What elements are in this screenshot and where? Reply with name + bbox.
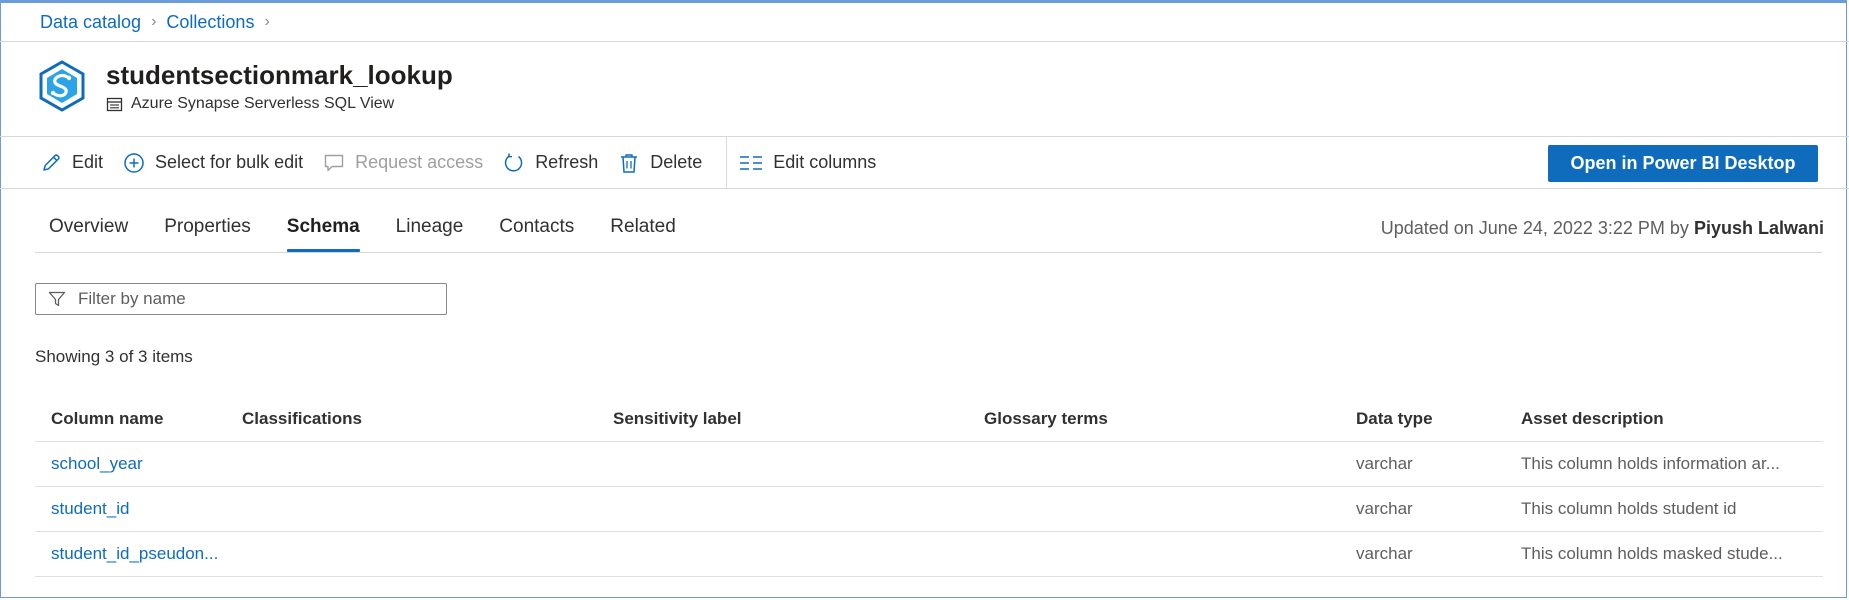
request-access-label: Request access — [355, 152, 484, 172]
select-bulk-edit-label: Select for bulk edit — [155, 152, 304, 172]
description-cell: This column holds student id — [1521, 499, 1737, 518]
tab-bar: Overview Properties Schema Lineage Conta… — [49, 216, 712, 252]
tab-properties[interactable]: Properties — [164, 216, 251, 252]
divider — [0, 188, 1849, 189]
tabs-divider — [35, 252, 1822, 253]
column-name-link[interactable]: student_id_pseudon... — [51, 544, 218, 563]
description-cell: This column holds information ar... — [1521, 454, 1780, 473]
open-in-power-bi-button[interactable]: Open in Power BI Desktop — [1548, 145, 1818, 182]
header-classifications[interactable]: Classifications — [242, 409, 613, 429]
request-access-button[interactable]: Request access — [323, 152, 483, 174]
header-column-name[interactable]: Column name — [35, 409, 242, 429]
asset-type: Azure Synapse Serverless SQL View — [106, 95, 394, 113]
breadcrumb-collections[interactable]: Collections — [166, 12, 254, 33]
add-circle-icon — [124, 152, 144, 173]
columns-icon — [740, 155, 763, 170]
data-type-cell: varchar — [1356, 499, 1413, 518]
updated-info: Updated on June 24, 2022 3:22 PM by Piyu… — [1381, 218, 1824, 239]
refresh-label: Refresh — [535, 152, 599, 172]
column-name-link[interactable]: student_id — [51, 499, 129, 518]
refresh-button[interactable]: Refresh — [503, 152, 598, 174]
edit-button[interactable]: Edit — [40, 152, 103, 174]
filter-input[interactable] — [76, 288, 420, 310]
edit-label: Edit — [72, 152, 104, 172]
updated-by-user: Piyush Lalwani — [1693, 218, 1824, 238]
tab-lineage[interactable]: Lineage — [396, 216, 464, 252]
pencil-icon — [43, 153, 60, 171]
breadcrumb-data-catalog[interactable]: Data catalog — [40, 12, 141, 33]
asset-type-label: Azure Synapse Serverless SQL View — [131, 95, 395, 112]
divider — [0, 41, 1849, 42]
refresh-icon — [505, 153, 523, 172]
edit-columns-label: Edit columns — [773, 152, 877, 172]
chevron-right-icon: › — [264, 13, 270, 30]
data-type-cell: varchar — [1356, 544, 1413, 563]
item-count: Showing 3 of 3 items — [35, 347, 193, 366]
toolbar-divider — [726, 137, 728, 188]
comment-icon — [324, 154, 344, 171]
header-asset-description[interactable]: Asset description — [1521, 409, 1811, 429]
filter-icon — [48, 291, 66, 307]
sql-view-icon — [106, 97, 123, 111]
table-row: student_id_pseudon... varchar This colum… — [35, 532, 1823, 577]
tab-overview[interactable]: Overview — [49, 216, 128, 252]
delete-button[interactable]: Delete — [618, 152, 702, 174]
updated-text: Updated on June 24, 2022 3:22 PM by — [1380, 218, 1689, 238]
select-bulk-edit-button[interactable]: Select for bulk edit — [123, 152, 303, 174]
tab-related[interactable]: Related — [610, 216, 676, 252]
header-glossary-terms[interactable]: Glossary terms — [984, 409, 1356, 429]
azure-synapse-icon — [38, 60, 86, 112]
edit-columns-button[interactable]: Edit columns — [739, 152, 876, 173]
schema-table: Column name Classifications Sensitivity … — [35, 396, 1823, 577]
command-bar: Edit Select for bulk edit Request access… — [40, 137, 896, 188]
header-data-type[interactable]: Data type — [1356, 409, 1521, 429]
column-name-link[interactable]: school_year — [51, 454, 143, 473]
header-sensitivity-label[interactable]: Sensitivity label — [613, 409, 984, 429]
table-header: Column name Classifications Sensitivity … — [35, 396, 1823, 442]
asset-title: studentsectionmark_lookup — [106, 60, 453, 90]
tab-contacts[interactable]: Contacts — [499, 216, 574, 252]
breadcrumb: Data catalog › Collections › — [40, 10, 280, 34]
table-row: student_id varchar This column holds stu… — [35, 487, 1823, 532]
table-row: school_year varchar This column holds in… — [35, 442, 1823, 487]
chevron-right-icon: › — [151, 13, 157, 30]
delete-label: Delete — [650, 152, 703, 172]
tab-schema[interactable]: Schema — [286, 216, 360, 252]
data-type-cell: varchar — [1356, 454, 1413, 473]
description-cell: This column holds masked stude... — [1521, 544, 1783, 563]
filter-box — [35, 283, 447, 315]
trash-icon — [621, 153, 638, 173]
